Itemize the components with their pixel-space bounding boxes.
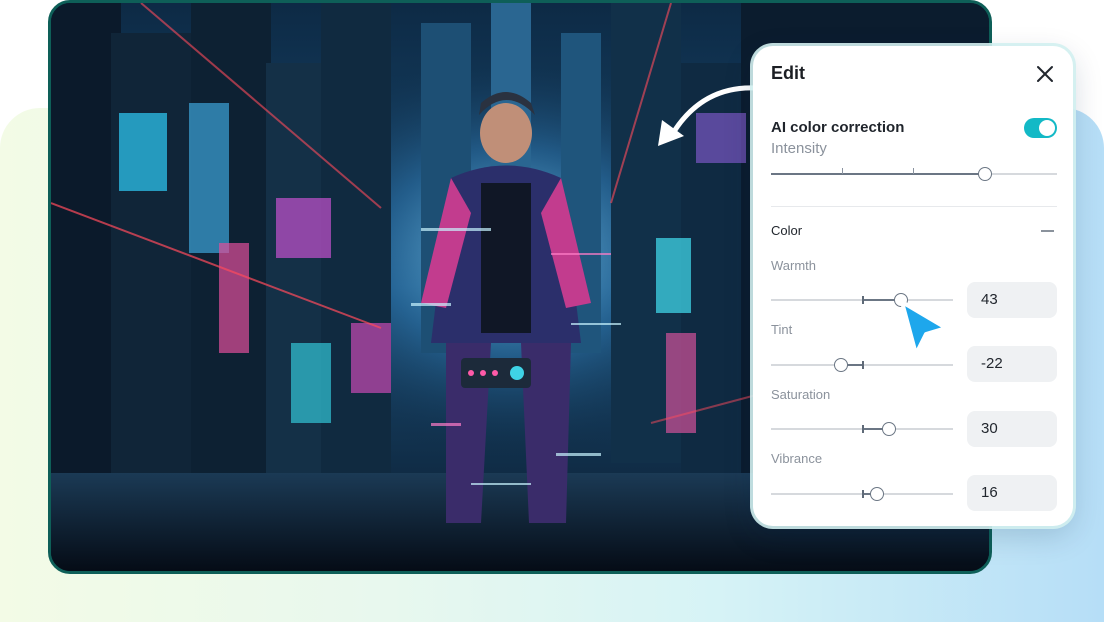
vibrance-value-input[interactable]: 16 bbox=[967, 475, 1057, 511]
tint-center-mark bbox=[862, 361, 864, 369]
intensity-label: Intensity bbox=[771, 140, 827, 157]
intensity-tick bbox=[842, 168, 843, 174]
pointer-cursor-icon bbox=[900, 300, 948, 356]
toggle-knob bbox=[1039, 120, 1055, 136]
vibrance-slider-thumb[interactable] bbox=[870, 487, 884, 501]
tint-slider-thumb[interactable] bbox=[834, 358, 848, 372]
warmth-center-mark bbox=[862, 296, 864, 304]
vibrance-label: Vibrance bbox=[771, 451, 823, 466]
color-section-label: Color bbox=[771, 223, 803, 238]
saturation-center-mark bbox=[862, 425, 864, 433]
tint-label: Tint bbox=[771, 322, 793, 337]
ai-color-correction-toggle[interactable] bbox=[1024, 118, 1057, 138]
intensity-tick bbox=[913, 168, 914, 174]
close-button[interactable] bbox=[1033, 62, 1057, 86]
intensity-slider-fill bbox=[771, 173, 985, 175]
close-icon bbox=[1037, 66, 1053, 82]
minus-icon[interactable] bbox=[1041, 230, 1054, 232]
saturation-label: Saturation bbox=[771, 387, 831, 402]
edit-panel: Edit AI color correction Intensity Color… bbox=[753, 46, 1073, 526]
intensity-slider-thumb[interactable] bbox=[978, 167, 992, 181]
ai-color-correction-label: AI color correction bbox=[771, 119, 905, 136]
saturation-slider-thumb[interactable] bbox=[882, 422, 896, 436]
panel-title: Edit bbox=[771, 63, 805, 83]
vibrance-center-mark bbox=[862, 490, 864, 498]
warmth-label: Warmth bbox=[771, 258, 817, 273]
warmth-value-input[interactable]: 43 bbox=[967, 282, 1057, 318]
curved-arrow-icon bbox=[658, 85, 758, 146]
tint-value-input[interactable]: -22 bbox=[967, 346, 1057, 382]
saturation-value-input[interactable]: 30 bbox=[967, 411, 1057, 447]
section-divider bbox=[771, 206, 1057, 207]
